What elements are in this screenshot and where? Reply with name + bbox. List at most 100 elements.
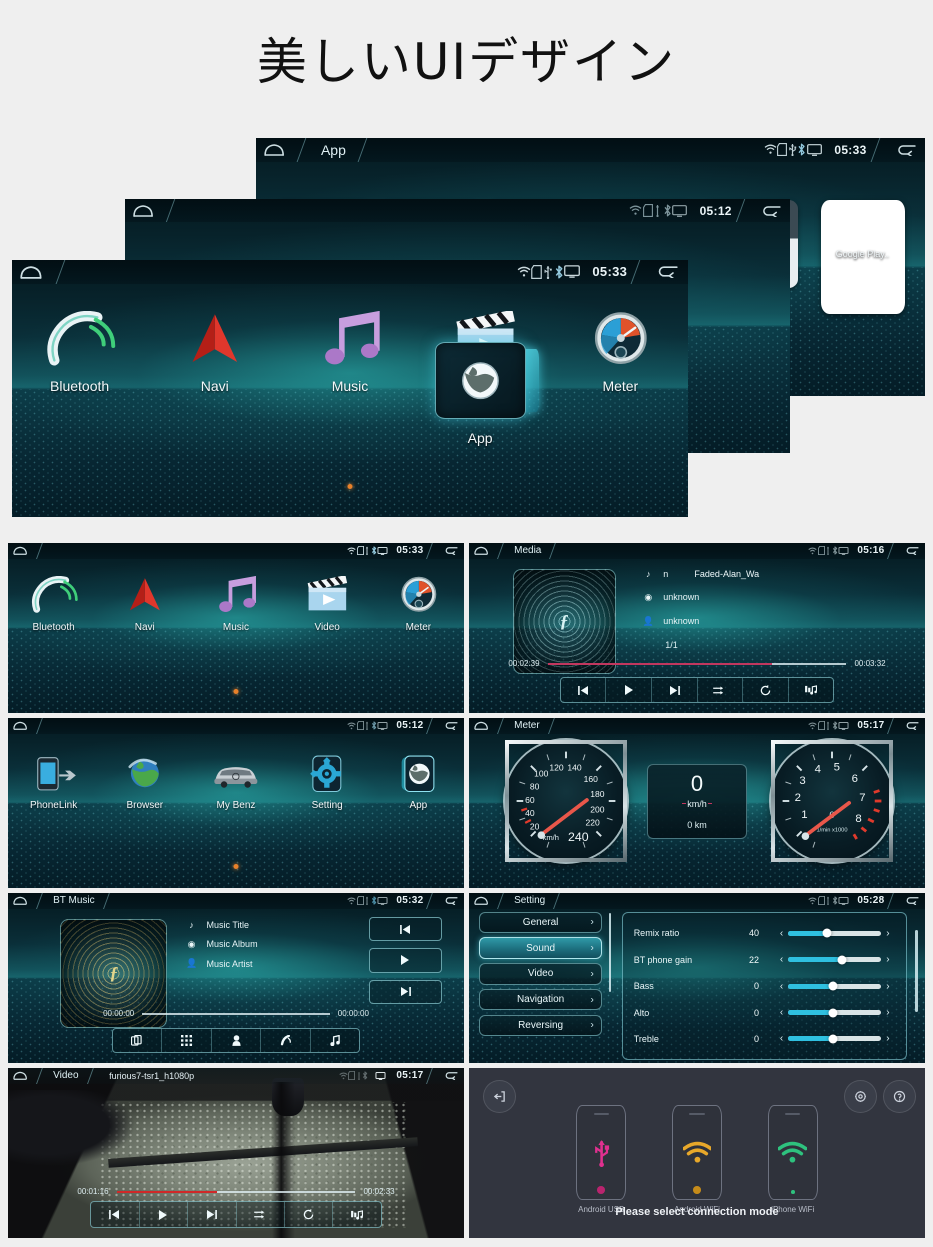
- playlist-button[interactable]: [789, 678, 834, 702]
- slider-track[interactable]: [788, 981, 882, 991]
- back-button[interactable]: [426, 543, 464, 559]
- connection-card-android-wifi[interactable]: Android WiFi: [671, 1105, 723, 1214]
- panel-home-2[interactable]: 05:12 PhoneLink Browser My Benz Setting …: [8, 718, 464, 888]
- connection-card-iphone-wifi[interactable]: iPhone WiFi: [767, 1105, 818, 1214]
- launcher-item-music[interactable]: Music: [286, 309, 414, 394]
- album-icon: ◉: [644, 591, 653, 602]
- device-button[interactable]: [113, 1029, 163, 1053]
- seek-track[interactable]: [116, 1190, 356, 1193]
- back-button[interactable]: [887, 718, 925, 734]
- increase-button[interactable]: ›: [881, 981, 895, 992]
- svg-text:40: 40: [526, 808, 536, 818]
- launcher-item-bluetooth[interactable]: Bluetooth: [15, 309, 143, 394]
- decrease-button[interactable]: ‹: [775, 1007, 789, 1018]
- contacts-button[interactable]: [212, 1029, 262, 1053]
- launcher-item-music[interactable]: Music: [193, 575, 280, 633]
- home-button[interactable]: [8, 543, 44, 559]
- playlist-button[interactable]: [333, 1202, 380, 1227]
- decrease-button[interactable]: ‹: [775, 954, 789, 965]
- shuffle-button[interactable]: [237, 1202, 285, 1228]
- launcher-item-app[interactable]: App: [434, 342, 540, 446]
- launcher-item-bluetooth[interactable]: Bluetooth: [10, 575, 97, 633]
- panel-video[interactable]: Video furious7-tsr1_h1080p 05:17 00:01:1…: [8, 1068, 464, 1238]
- next-track-button[interactable]: [188, 1202, 237, 1228]
- play-button[interactable]: [606, 678, 652, 703]
- launcher-item-phonelink[interactable]: PhoneLink: [10, 754, 97, 811]
- panel-connection-mode[interactable]: Android USB Android WiFi iPhone WiFi Ple…: [469, 1068, 925, 1238]
- launcher-item-mybenz[interactable]: My Benz: [193, 754, 280, 811]
- hero-screen-home[interactable]: 05:33 Bluetooth Navi Music Meter App: [12, 260, 688, 517]
- slider-track[interactable]: [788, 955, 882, 965]
- play-button[interactable]: [140, 1202, 189, 1228]
- svg-text:5: 5: [834, 762, 840, 774]
- launcher-item-meter[interactable]: Meter: [375, 575, 462, 633]
- launcher-item-app[interactable]: App: [375, 754, 462, 811]
- prev-track-button[interactable]: [91, 1202, 140, 1228]
- settings-menu-item-reversing[interactable]: Reversing ›: [479, 1014, 603, 1037]
- next-track-button[interactable]: [368, 979, 442, 1004]
- home-button[interactable]: [12, 260, 65, 284]
- play-button[interactable]: [368, 947, 442, 974]
- decrease-button[interactable]: ‹: [775, 1033, 789, 1044]
- next-track-button[interactable]: [652, 678, 698, 703]
- settings-menu-item-navigation[interactable]: Navigation ›: [479, 988, 603, 1011]
- repeat-button[interactable]: [743, 678, 789, 703]
- panel-setting[interactable]: Setting 05:28 General › Sound › Video ›: [469, 893, 925, 1063]
- seek-track[interactable]: [547, 662, 847, 665]
- settings-menu-item-general[interactable]: General ›: [479, 911, 603, 934]
- panel-home-1[interactable]: 05:33 Bluetooth Navi Music Video Meter: [8, 543, 464, 713]
- seek-bar[interactable]: 00:00:00 00:00:00: [103, 1009, 369, 1018]
- home-button[interactable]: [125, 199, 176, 223]
- seek-bar[interactable]: 00:01:16 00:02:33: [77, 1187, 394, 1196]
- seek-track[interactable]: [142, 1012, 330, 1015]
- increase-button[interactable]: ›: [881, 1007, 895, 1018]
- settings-menu-item-video[interactable]: Video ›: [479, 963, 603, 985]
- increase-button[interactable]: ›: [881, 954, 895, 965]
- status-bar: Setting 05:28: [469, 893, 925, 909]
- prev-track-button[interactable]: [561, 678, 607, 703]
- svg-text:160: 160: [584, 774, 599, 784]
- back-button[interactable]: [735, 199, 790, 223]
- launcher-item-video[interactable]: Video: [284, 575, 371, 633]
- decrease-button[interactable]: ‹: [775, 981, 789, 992]
- repeat-button[interactable]: [285, 1202, 334, 1228]
- settings-menu-item-sound[interactable]: Sound ›: [479, 937, 603, 959]
- menu-scrollbar[interactable]: [608, 913, 611, 992]
- panel-meter[interactable]: Meter 05:17 100 120 140 80 160 60 180 40…: [469, 718, 925, 888]
- screen-title: App: [298, 138, 369, 162]
- launcher-item-meter[interactable]: Meter: [556, 309, 684, 394]
- settings-scrollbar[interactable]: [914, 930, 918, 1012]
- launcher-item-setting[interactable]: Setting: [284, 754, 371, 811]
- back-button[interactable]: [630, 260, 688, 284]
- prev-track-button[interactable]: [368, 917, 442, 942]
- panel-bt-music[interactable]: BT Music 05:32 ƒ ♪ Music Title ◉ Music A…: [8, 893, 464, 1063]
- back-button[interactable]: [426, 893, 464, 909]
- increase-button[interactable]: ›: [881, 928, 895, 939]
- decrease-button[interactable]: ‹: [775, 928, 789, 939]
- display-icon: [377, 896, 388, 905]
- back-button[interactable]: [887, 543, 925, 559]
- shuffle-button[interactable]: [698, 678, 744, 703]
- launcher-item-navi[interactable]: Navi: [151, 309, 279, 394]
- connection-card-android-usb[interactable]: Android USB: [576, 1105, 627, 1214]
- launcher-item-navi[interactable]: Navi: [101, 575, 188, 633]
- back-button[interactable]: [426, 1068, 464, 1084]
- increase-button[interactable]: ›: [881, 1033, 895, 1044]
- back-button[interactable]: [887, 893, 925, 909]
- slider-track[interactable]: [788, 1008, 882, 1017]
- back-button[interactable]: [870, 138, 925, 162]
- elapsed-time: 00:02:39: [508, 659, 540, 669]
- home-button[interactable]: [8, 718, 44, 734]
- globe-app-icon: [391, 754, 445, 794]
- status-bar: Video furious7-tsr1_h1080p 05:17: [8, 1068, 464, 1084]
- clock: 05:28: [857, 895, 885, 907]
- music-button[interactable]: [311, 1029, 360, 1052]
- call-history-button[interactable]: [261, 1029, 311, 1053]
- slider-track[interactable]: [788, 1034, 882, 1044]
- launcher-item-browser[interactable]: Browser: [101, 754, 188, 811]
- keypad-button[interactable]: [162, 1029, 212, 1053]
- back-button[interactable]: [426, 718, 464, 734]
- panel-media[interactable]: Media 05:16 ƒ ♪ n Faded-Alan_Wa ◉ unknow…: [469, 543, 925, 713]
- slider-track[interactable]: [788, 928, 882, 938]
- seek-bar[interactable]: 00:02:39 00:03:32: [508, 659, 885, 668]
